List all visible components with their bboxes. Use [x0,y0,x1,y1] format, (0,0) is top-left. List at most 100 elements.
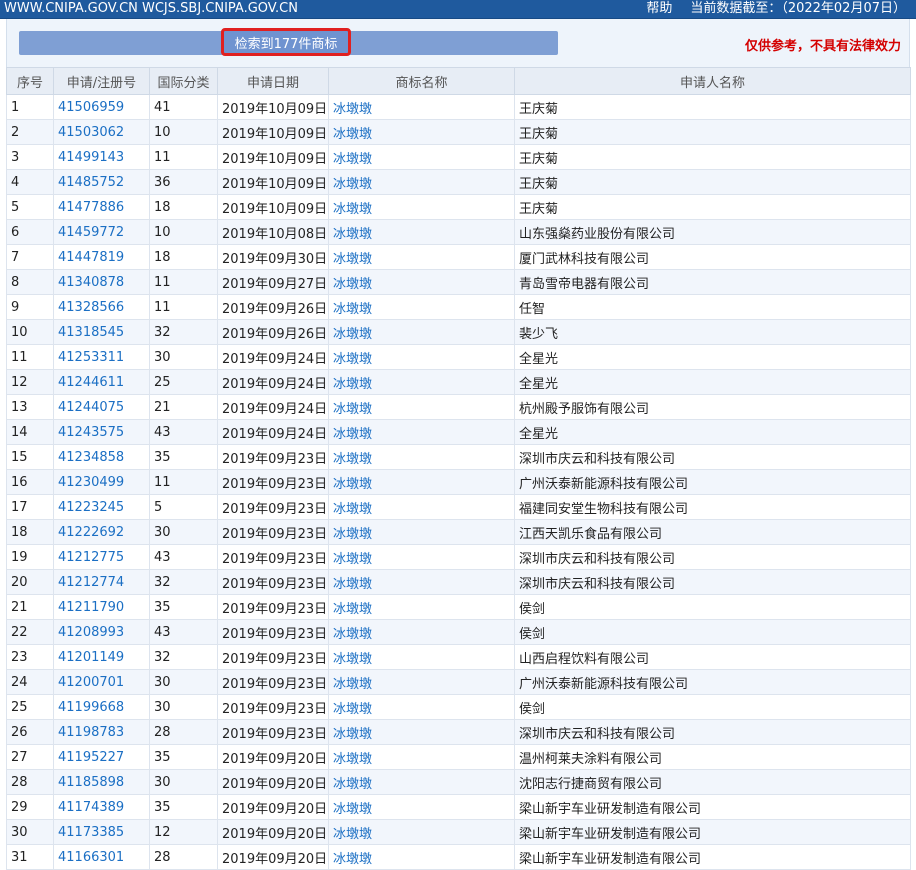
result-count-button[interactable]: 检索到177件商标 [221,28,351,56]
reg-no-link[interactable]: 41212775 [58,550,124,565]
cell-col-index: 15 [6,444,54,470]
mark-name-link[interactable]: 冰墩墩 [333,402,372,417]
reg-no-link[interactable]: 41253311 [58,350,124,365]
cell-col-date: 2019年09月23日 [217,619,329,645]
reg-no-link[interactable]: 41506959 [58,100,124,115]
help-link[interactable]: 帮助 [646,0,672,18]
cell-col-mark-name: 冰墩墩 [328,669,515,695]
mark-name-link[interactable]: 冰墩墩 [333,302,372,317]
table-header: 序号 申请/注册号 国际分类 申请日期 商标名称 申请人名称 [6,67,911,95]
reg-no-link[interactable]: 41208993 [58,625,124,640]
mark-name-link[interactable]: 冰墩墩 [333,352,372,367]
mark-name-link[interactable]: 冰墩墩 [333,652,372,667]
reg-no-link[interactable]: 41244611 [58,375,124,390]
cell-col-index: 6 [6,219,54,245]
cell-col-reg-no: 41174389 [53,794,150,820]
reg-no-link[interactable]: 41201149 [58,650,124,665]
cell-col-index: 18 [6,519,54,545]
cell-col-reg-no: 41230499 [53,469,150,495]
cell-col-applicant: 青岛雪帝电器有限公司 [514,269,911,295]
cell-col-mark-name: 冰墩墩 [328,219,515,245]
mark-name-link[interactable]: 冰墩墩 [333,327,372,342]
mark-name-link[interactable]: 冰墩墩 [333,127,372,142]
cell-col-date: 2019年10月08日 [217,219,329,245]
reg-no-link[interactable]: 41195227 [58,750,124,765]
reg-no-link[interactable]: 41200701 [58,675,124,690]
reg-no-link[interactable]: 41485752 [58,175,124,190]
reg-no-link[interactable]: 41340878 [58,275,124,290]
cell-col-reg-no: 41243575 [53,419,150,445]
reg-no-link[interactable]: 41166301 [58,850,124,865]
mark-name-link[interactable]: 冰墩墩 [333,852,372,867]
reg-no-link[interactable]: 41199668 [58,700,124,715]
mark-name-link[interactable]: 冰墩墩 [333,602,372,617]
reg-no-link[interactable]: 41211790 [58,600,124,615]
reg-no-link[interactable]: 41234858 [58,450,124,465]
cell-col-reg-no: 41185898 [53,769,150,795]
cell-col-class: 28 [149,719,218,745]
mark-name-link[interactable]: 冰墩墩 [333,502,372,517]
mark-name-link[interactable]: 冰墩墩 [333,677,372,692]
mark-name-link[interactable]: 冰墩墩 [333,777,372,792]
reg-no-link[interactable]: 41185898 [58,775,124,790]
reg-no-link[interactable]: 41223245 [58,500,124,515]
cell-col-reg-no: 41506959 [53,94,150,120]
cell-col-index: 28 [6,769,54,795]
reg-no-link[interactable]: 41244075 [58,400,124,415]
cell-col-applicant: 山东强燊药业股份有限公司 [514,219,911,245]
reg-no-link[interactable]: 41198783 [58,725,124,740]
mark-name-link[interactable]: 冰墩墩 [333,802,372,817]
cell-col-date: 2019年10月09日 [217,194,329,220]
reg-no-link[interactable]: 41212774 [58,575,124,590]
reg-no-link[interactable]: 41447819 [58,250,124,265]
cell-col-reg-no: 41208993 [53,619,150,645]
cell-col-applicant: 全星光 [514,369,911,395]
mark-name-link[interactable]: 冰墩墩 [333,577,372,592]
mark-name-link[interactable]: 冰墩墩 [333,827,372,842]
mark-name-link[interactable]: 冰墩墩 [333,427,372,442]
cell-col-applicant: 全星光 [514,419,911,445]
mark-name-link[interactable]: 冰墩墩 [333,227,372,242]
mark-name-link[interactable]: 冰墩墩 [333,552,372,567]
reg-no-link[interactable]: 41174389 [58,800,124,815]
cell-col-index: 2 [6,119,54,145]
reg-no-link[interactable]: 41328566 [58,300,124,315]
reg-no-link[interactable]: 41222692 [58,525,124,540]
table-row: 22 41208993 43 2019年09月23日 冰墩墩 侯剑 [6,619,911,645]
reg-no-link[interactable]: 41477886 [58,200,124,215]
cell-col-index: 25 [6,694,54,720]
reg-no-link[interactable]: 41243575 [58,425,124,440]
reg-no-link[interactable]: 41503062 [58,125,124,140]
mark-name-link[interactable]: 冰墩墩 [333,152,372,167]
cell-col-mark-name: 冰墩墩 [328,294,515,320]
mark-name-link[interactable]: 冰墩墩 [333,527,372,542]
reg-no-link[interactable]: 41459772 [58,225,124,240]
mark-name-link[interactable]: 冰墩墩 [333,177,372,192]
mark-name-link[interactable]: 冰墩墩 [333,377,372,392]
cell-col-reg-no: 41212775 [53,544,150,570]
cell-col-index: 29 [6,794,54,820]
mark-name-link[interactable]: 冰墩墩 [333,702,372,717]
cell-col-applicant: 全星光 [514,344,911,370]
cell-col-mark-name: 冰墩墩 [328,519,515,545]
cell-col-reg-no: 41201149 [53,644,150,670]
mark-name-link[interactable]: 冰墩墩 [333,477,372,492]
mark-name-link[interactable]: 冰墩墩 [333,102,372,117]
reg-no-link[interactable]: 41318545 [58,325,124,340]
mark-name-link[interactable]: 冰墩墩 [333,627,372,642]
reg-no-link[interactable]: 41230499 [58,475,124,490]
cell-col-applicant: 深圳市庆云和科技有限公司 [514,569,911,595]
reg-no-link[interactable]: 41173385 [58,825,124,840]
cell-col-class: 30 [149,344,218,370]
mark-name-link[interactable]: 冰墩墩 [333,752,372,767]
mark-name-link[interactable]: 冰墩墩 [333,727,372,742]
mark-name-link[interactable]: 冰墩墩 [333,202,372,217]
reg-no-link[interactable]: 41499143 [58,150,124,165]
mark-name-link[interactable]: 冰墩墩 [333,277,372,292]
mark-name-link[interactable]: 冰墩墩 [333,452,372,467]
mark-name-link[interactable]: 冰墩墩 [333,252,372,267]
table-row: 23 41201149 32 2019年09月23日 冰墩墩 山西启程饮料有限公司 [6,644,911,670]
cell-col-index: 12 [6,369,54,395]
cell-col-date: 2019年09月26日 [217,319,329,345]
cell-col-index: 22 [6,619,54,645]
